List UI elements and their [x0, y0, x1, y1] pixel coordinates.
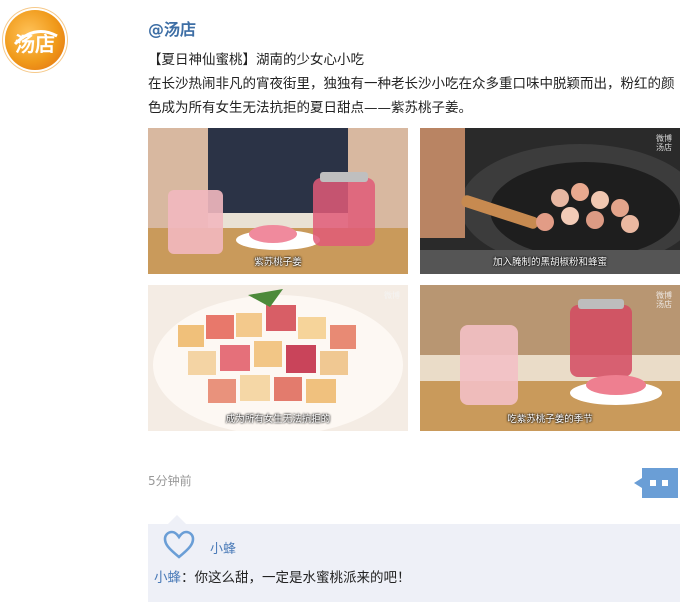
- heart-icon[interactable]: [162, 530, 196, 560]
- username-link[interactable]: @汤店: [148, 16, 688, 40]
- photo-watermark: 微博 汤店: [656, 291, 672, 309]
- post-body: 在长沙热闹非凡的宵夜街里，独独有一种老长沙小吃在众多重口味中脱颖而出，粉红的颜色…: [148, 76, 675, 116]
- photo-caption: 紫苏桃子姜: [254, 257, 302, 268]
- comment-bubble-icon: [634, 468, 678, 498]
- photo-4[interactable]: 微博 汤店 吃紫苏桃子姜的季节: [420, 285, 680, 431]
- photo-3[interactable]: 成为所有女生无法抗拒的 微博: [148, 285, 408, 431]
- photo-caption: 加入腌制的黑胡椒粉和蜂蜜: [492, 257, 607, 268]
- post-title: 【夏日神仙蜜桃】湖南的少女心小吃: [148, 52, 364, 68]
- post: @汤店 【夏日神仙蜜桃】湖南的少女心小吃 在长沙热闹非凡的宵夜街里，独独有一种老…: [148, 10, 688, 120]
- photo-watermark: 微博: [384, 291, 400, 300]
- photo-caption: 吃紫苏桃子姜的季节: [507, 414, 593, 425]
- comments-pointer: [168, 515, 186, 524]
- photo-caption: 成为所有女生无法抗拒的: [225, 414, 331, 425]
- avatar[interactable]: 汤店: [5, 10, 65, 70]
- avatar-text: 汤店: [15, 32, 55, 56]
- comment-text: 你这么甜，一定是水蜜桃派来的吧！: [194, 570, 411, 586]
- comment-separator: ：: [181, 570, 195, 586]
- comment-item: 小蜂：你这么甜，一定是水蜜桃派来的吧！: [154, 566, 411, 586]
- comment-button[interactable]: [632, 466, 680, 500]
- comments-panel: 小蜂 小蜂：你这么甜，一定是水蜜桃派来的吧！: [148, 515, 680, 602]
- photo-watermark: 微博 汤店: [656, 134, 672, 152]
- post-timestamp: 5分钟前: [148, 474, 192, 488]
- liker-name[interactable]: 小蜂: [210, 538, 236, 557]
- photo-1[interactable]: 紫苏桃子姜: [148, 128, 408, 274]
- avatar-logo: 汤店: [13, 30, 58, 56]
- comment-author[interactable]: 小蜂: [154, 570, 181, 586]
- photo-grid: 紫苏桃子姜 微博 汤店 加入腌制的黑胡椒粉和蜂蜜 成为所有女生无法抗拒的 微博 …: [148, 128, 680, 431]
- photo-2[interactable]: 微博 汤店 加入腌制的黑胡椒粉和蜂蜜: [420, 128, 680, 274]
